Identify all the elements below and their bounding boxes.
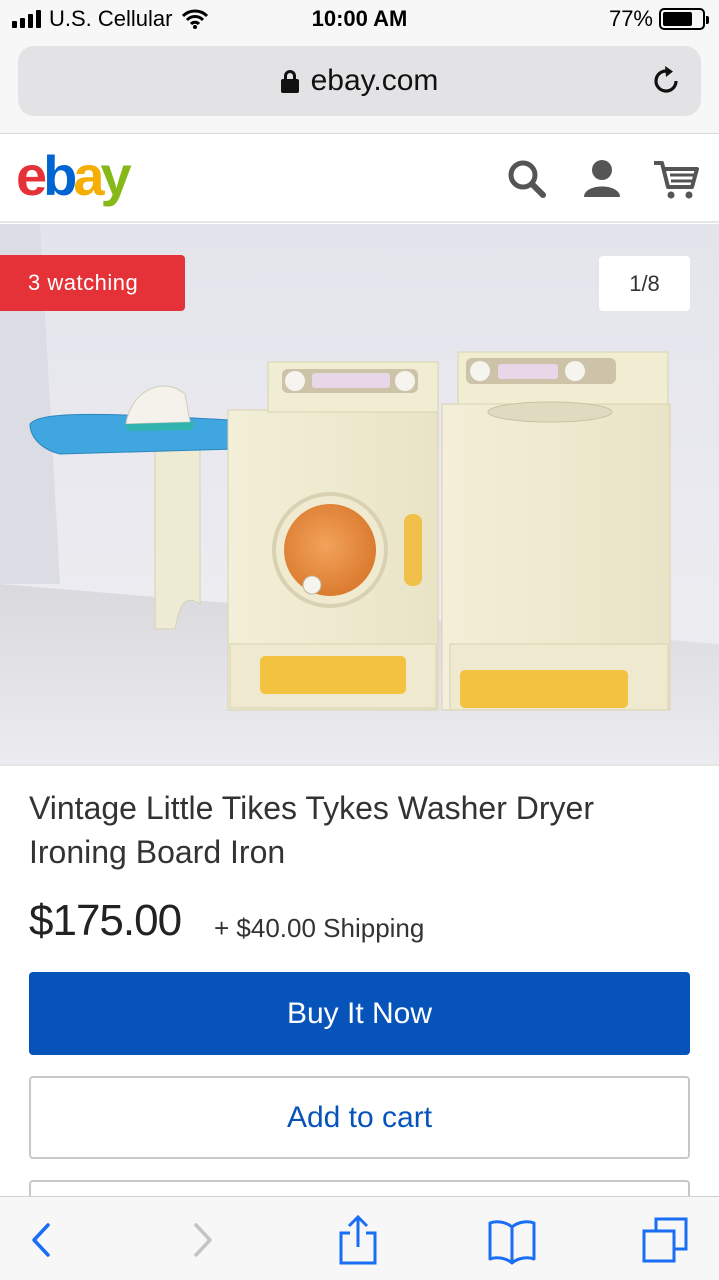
battery-percentage: 77%	[608, 6, 653, 31]
buy-it-now-button[interactable]: Buy It Now	[29, 972, 690, 1055]
url-text: ebay.com	[310, 64, 439, 97]
url-display[interactable]: ebay.com	[18, 64, 701, 98]
image-counter: 1/8	[599, 256, 690, 311]
battery-status: 77%	[608, 6, 709, 32]
reload-icon[interactable]	[649, 64, 683, 98]
ebay-logo[interactable]: ebay	[16, 143, 132, 208]
battery-icon	[659, 8, 709, 30]
share-icon[interactable]	[333, 1215, 383, 1265]
browser-address-area: ebay.com	[0, 40, 719, 134]
site-header: ebay	[0, 135, 719, 223]
cart-icon[interactable]	[652, 155, 700, 203]
lock-icon	[280, 70, 299, 93]
forward-icon[interactable]	[178, 1215, 228, 1265]
product-image-gallery[interactable]: 3 watching 1/8	[0, 224, 719, 766]
battery-fill	[663, 12, 693, 26]
back-icon[interactable]	[16, 1215, 66, 1265]
tabs-icon[interactable]	[640, 1215, 690, 1265]
watching-badge: 3 watching	[0, 255, 185, 311]
item-title: Vintage Little Tikes Tykes Washer Dryer …	[29, 790, 594, 870]
shipping-cost: + $40.00 Shipping	[214, 913, 425, 943]
status-bar: U.S. Cellular 10:00 AM 77%	[0, 0, 719, 40]
browser-toolbar	[0, 1196, 719, 1280]
bookmarks-icon[interactable]	[487, 1215, 537, 1265]
account-icon[interactable]	[578, 155, 626, 203]
address-bar[interactable]: ebay.com	[18, 46, 701, 116]
add-to-cart-button[interactable]: Add to cart	[29, 1076, 690, 1159]
item-price: $175.00	[29, 896, 182, 945]
search-icon[interactable]	[503, 155, 551, 203]
